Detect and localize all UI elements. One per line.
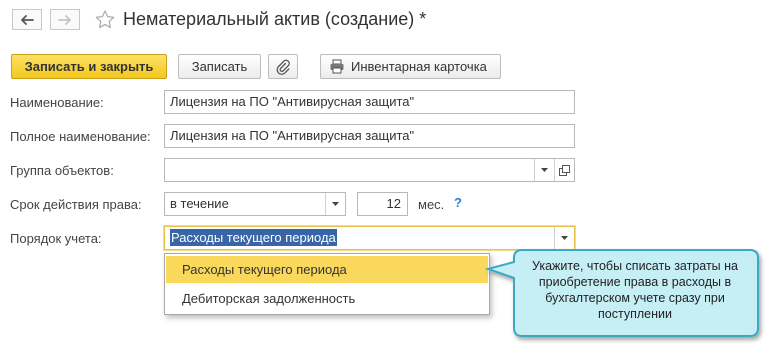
help-link[interactable]: ? [454,195,462,210]
save-button[interactable]: Записать [178,54,261,79]
dropdown-option-expenses[interactable]: Расходы текущего периода [166,256,488,283]
name-label: Наименование: [10,95,104,110]
full-name-input[interactable]: Лицензия на ПО "Антивирусная защита" [164,124,575,148]
validity-mode-select[interactable]: в течение [164,192,346,216]
name-input[interactable]: Лицензия на ПО "Антивирусная защита" [164,90,575,114]
arrow-right-icon [58,14,71,25]
validity-mode-dropdown-button[interactable] [325,193,345,215]
attach-button[interactable] [268,54,298,79]
object-group-label: Группа объектов: [10,163,114,178]
validity-label: Срок действия права: [10,197,142,212]
back-button[interactable] [12,9,42,30]
dropdown-arrow-icon [541,168,548,172]
validity-unit-label: мес. [418,197,445,212]
full-name-label: Полное наименование: [10,129,151,144]
dropdown-arrow-icon [332,202,339,206]
accounting-order-value: Расходы текущего периода [170,229,337,246]
object-group-dropdown-button[interactable] [534,159,554,181]
open-window-icon [559,164,570,176]
validity-mode-value: в течение [170,196,229,211]
dropdown-option-receivables[interactable]: Дебиторская задолженность [166,285,488,312]
accounting-order-label: Порядок учета: [10,231,102,246]
favorite-star-icon[interactable] [94,9,116,31]
inventory-card-button[interactable]: Инвентарная карточка [320,54,501,79]
validity-amount-input[interactable]: 12 [357,192,408,216]
object-group-open-button[interactable] [554,159,574,181]
paperclip-icon [276,59,290,75]
forward-button[interactable] [50,9,80,30]
object-group-input[interactable] [164,158,575,182]
callout-text: Укажите, чтобы списать затраты на приобр… [531,259,738,321]
inventory-card-label: Инвентарная карточка [351,59,487,74]
accounting-order-dropdown-list: Расходы текущего периода Дебиторская зад… [164,253,490,315]
page-title: Нематериальный актив (создание) * [123,9,427,29]
save-and-close-button[interactable]: Записать и закрыть [11,54,167,79]
dropdown-arrow-icon [561,236,568,240]
printer-icon [330,59,344,74]
arrow-left-icon [21,14,34,25]
